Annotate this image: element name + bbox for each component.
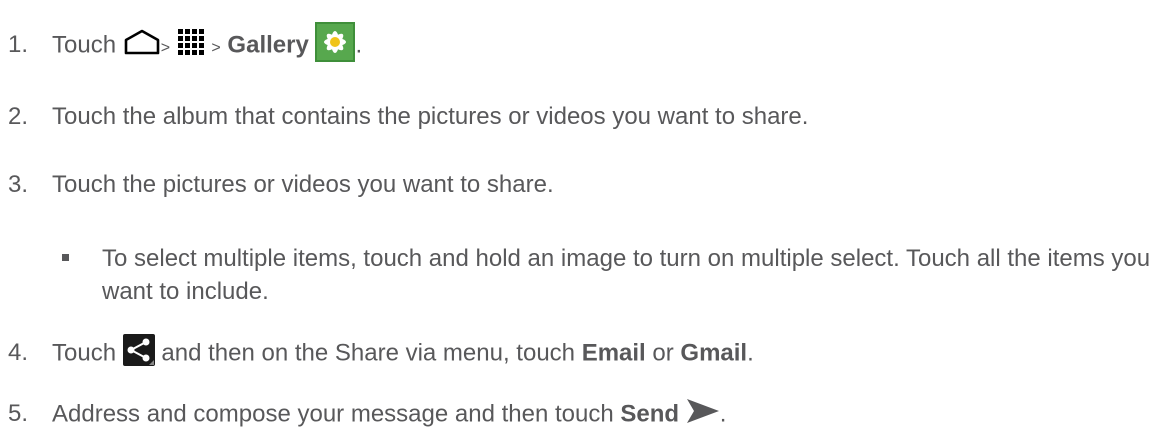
step-3: 3. Touch the pictures or videos you want … — [8, 170, 554, 200]
step-text: Touch the album that contains the pictur… — [52, 103, 809, 130]
share-icon — [122, 334, 155, 374]
step-text: Touch the pictures or videos you want to… — [52, 171, 554, 198]
or-text: or — [652, 339, 674, 367]
step-number: 5. — [8, 400, 29, 428]
send-arrow-icon — [686, 398, 720, 432]
step-text: Address and compose your message and the… — [52, 400, 614, 428]
period: . — [719, 400, 727, 428]
step-number: 2. — [8, 103, 29, 130]
instruction-steps: 1. Touch > > Gallery . 2. Touch the albu… — [0, 0, 1173, 442]
bullet-marker — [62, 254, 69, 261]
email-label: Email — [581, 339, 646, 367]
step-text: and then on the Share via menu, touch — [161, 339, 576, 367]
send-label: Send — [620, 400, 680, 428]
step-number: 1. — [8, 31, 29, 59]
sub-bullet-text: To select multiple items, touch and hold… — [102, 245, 1151, 305]
step-number: 3. — [8, 171, 29, 198]
step-text: Touch — [52, 31, 117, 59]
gallery-app-icon — [315, 22, 356, 70]
sub-bullet: To select multiple items, touch and hold… — [62, 242, 1162, 308]
step-4: 4. Touch and then on the Share via menu, … — [8, 334, 754, 374]
step-text: Touch — [52, 339, 117, 367]
home-icon — [123, 29, 161, 63]
apps-grid-icon — [177, 28, 205, 64]
step-number: 4. — [8, 339, 29, 367]
separator: > — [160, 39, 171, 57]
separator: > — [211, 39, 221, 57]
period: . — [747, 339, 754, 367]
step-1: 1. Touch > > Gallery . — [8, 22, 362, 70]
step-5: 5. Address and compose your message and t… — [8, 398, 726, 432]
period: . — [355, 31, 363, 59]
step-2: 2. Touch the album that contains the pict… — [8, 102, 808, 132]
gallery-label: Gallery — [227, 31, 309, 59]
gmail-label: Gmail — [680, 339, 748, 367]
